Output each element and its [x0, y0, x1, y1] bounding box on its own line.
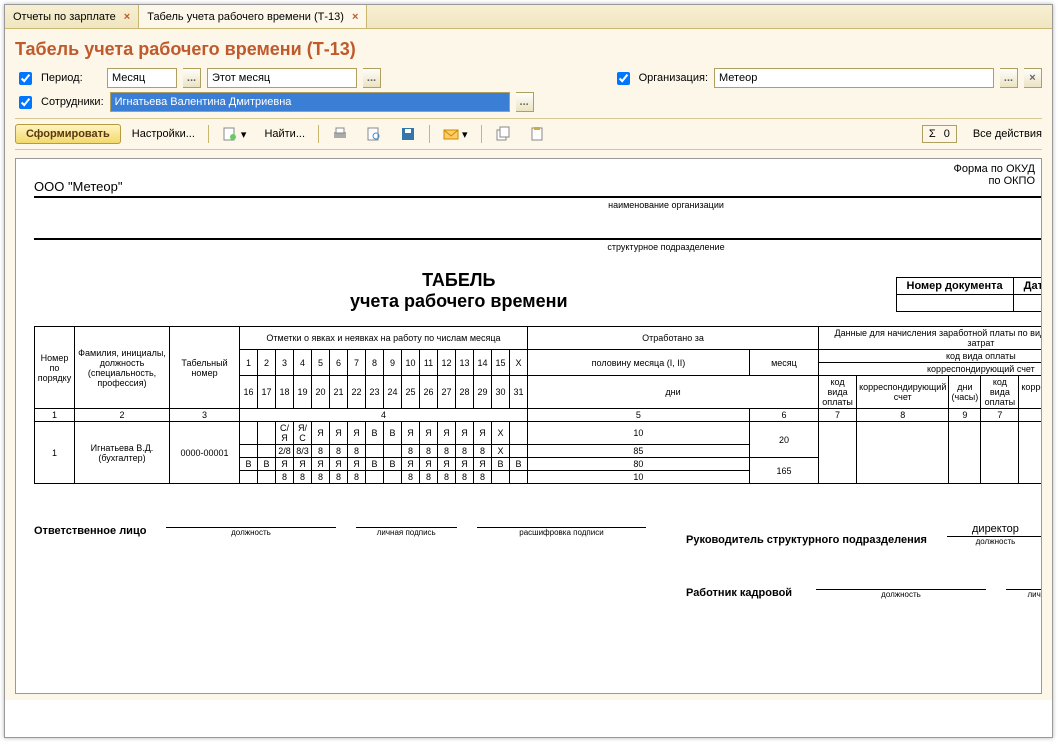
- period-value-field[interactable]: Этот месяц: [207, 68, 357, 88]
- period-mode-lookup[interactable]: ...: [183, 68, 201, 88]
- form-codes: Форма по ОКУД по ОКПО: [954, 163, 1036, 187]
- printer-icon: [332, 126, 348, 142]
- copy-button[interactable]: [488, 122, 518, 146]
- preview-icon: [366, 126, 382, 142]
- close-icon[interactable]: ×: [352, 11, 358, 23]
- find-button[interactable]: Найти...: [257, 124, 312, 144]
- org-label: Организация:: [639, 72, 708, 84]
- tab-label: Отчеты по зарплате: [13, 11, 116, 23]
- head-label: Руководитель структурного подразделения: [686, 534, 927, 546]
- mail-icon: [443, 126, 459, 142]
- tab-t13[interactable]: Табель учета рабочего времени (Т-13) ×: [139, 5, 367, 28]
- all-actions-button[interactable]: Все действия: [973, 128, 1042, 140]
- org-checkbox[interactable]: [617, 72, 630, 85]
- sigma-icon: Σ: [929, 128, 936, 140]
- variant-button[interactable]: ▾: [215, 122, 254, 146]
- sum-value: 0: [944, 128, 950, 140]
- org-clear[interactable]: ×: [1024, 68, 1042, 88]
- doc-title: ТАБЕЛЬ учета рабочего времени: [34, 270, 884, 312]
- page-title: Табель учета рабочего времени (Т-13): [15, 39, 1042, 60]
- emp-label: Сотрудники:: [41, 96, 104, 108]
- copy-icon: [495, 126, 511, 142]
- org-lookup[interactable]: ...: [1000, 68, 1018, 88]
- hr-label: Работник кадровой: [686, 587, 796, 599]
- mail-button[interactable]: ▾: [436, 122, 475, 146]
- org-sub: наименование организации: [34, 200, 1042, 210]
- tab-bar: Отчеты по зарплате × Табель учета рабоче…: [5, 5, 1052, 29]
- toolbar: Сформировать Настройки... ▾ Найти... ▾ Σ…: [15, 118, 1042, 150]
- org-field[interactable]: Метеор: [714, 68, 994, 88]
- period-mode-field[interactable]: Месяц: [107, 68, 177, 88]
- resp-label: Ответственное лицо: [34, 525, 146, 537]
- paste-button[interactable]: [522, 122, 552, 146]
- settings-button[interactable]: Настройки...: [125, 124, 202, 144]
- emp-checkbox[interactable]: [19, 96, 32, 109]
- tab-reports[interactable]: Отчеты по зарплате ×: [5, 5, 139, 28]
- emp-field[interactable]: Игнатьева Валентина Дмитриевна: [110, 92, 510, 112]
- table-row: 1 Игнатьева В.Д. (бухгалтер) 0000-00001 …: [35, 422, 1043, 445]
- emp-lookup[interactable]: ...: [516, 92, 534, 112]
- tab-label: Табель учета рабочего времени (Т-13): [147, 11, 344, 23]
- preview-button[interactable]: [359, 122, 389, 146]
- diskette-icon: [400, 126, 416, 142]
- form-button[interactable]: Сформировать: [15, 124, 121, 144]
- sum-box: Σ 0: [922, 125, 957, 143]
- print-button[interactable]: [325, 122, 355, 146]
- paste-icon: [529, 126, 545, 142]
- doc-meta-table: Номер документаДата составления 04.07.20…: [896, 277, 1043, 312]
- period-label: Период:: [41, 72, 101, 84]
- report-area[interactable]: Форма по ОКУД по ОКПО ООО "Метеор" наиме…: [15, 158, 1042, 694]
- page-icon: [222, 126, 238, 142]
- struct-sub: структурное подразделение: [34, 242, 1042, 252]
- close-icon[interactable]: ×: [124, 11, 130, 23]
- period-value-lookup[interactable]: ...: [363, 68, 381, 88]
- period-checkbox[interactable]: [19, 72, 32, 85]
- org-name: ООО "Метеор": [34, 179, 1042, 198]
- save-button[interactable]: [393, 122, 423, 146]
- main-table: Номер по порядку Фамилия, инициалы, долж…: [34, 326, 1042, 484]
